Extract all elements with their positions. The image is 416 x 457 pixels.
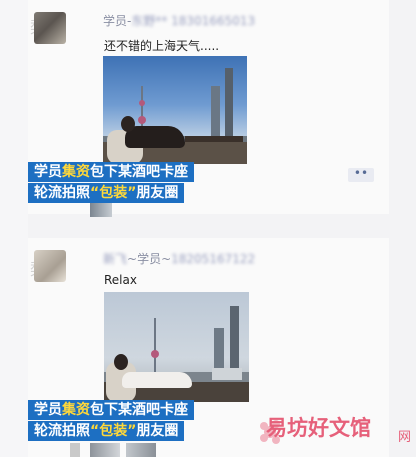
caption-text: 轮流拍照: [34, 185, 90, 201]
thumbnail[interactable]: [90, 443, 120, 457]
skyscraper: [230, 306, 239, 374]
caption-text: 朋友圈: [136, 423, 179, 439]
post-photo[interactable]: [103, 56, 247, 164]
post-text: Relax: [104, 273, 137, 287]
caption-line-1: 学员集资包下某酒吧卡座: [28, 400, 194, 420]
like-thumbnails: [66, 203, 126, 217]
poster-name[interactable]: 学员-东野** 18301665013: [103, 12, 255, 29]
caption-line-2: 轮流拍照“包装”朋友圈: [28, 421, 185, 441]
avatar[interactable]: [34, 250, 66, 282]
caption-text: 包下某酒吧卡座: [90, 402, 188, 418]
post-text: 还不错的上海天气.....: [104, 39, 220, 53]
thumbnail[interactable]: [70, 443, 80, 457]
caption-line-2: 轮流拍照“包装”朋友圈: [28, 183, 185, 203]
skyscraper: [211, 86, 220, 138]
name-blurred: 18205167122: [171, 252, 256, 266]
caption-text: 包下某酒吧卡座: [90, 164, 188, 180]
thumbnail[interactable]: [90, 203, 112, 217]
like-thumbnails: [66, 443, 186, 457]
caption-text: 朋友圈: [136, 185, 179, 201]
caption-highlight: 集资: [62, 402, 90, 418]
caption-highlight: “包装”: [90, 423, 137, 439]
tv-tower-ball: [151, 350, 159, 358]
post-photo[interactable]: [104, 292, 249, 402]
glasses-on-table: [212, 368, 242, 380]
name-blurred: 东野** 18301665013: [131, 14, 256, 28]
table: [185, 136, 243, 142]
person: [122, 372, 192, 388]
name-middle: ~学员~: [127, 252, 172, 266]
caption-line-1: 学员集资包下某酒吧卡座: [28, 162, 194, 182]
caption-highlight: 集资: [62, 164, 90, 180]
person-head: [114, 354, 128, 370]
person-head: [121, 116, 135, 132]
left-margin: [0, 0, 28, 457]
poster-name[interactable]: 新飞~学员~18205167122: [103, 250, 255, 267]
skyscraper: [225, 68, 233, 138]
site-logo-text: 易坊好文馆: [266, 416, 371, 440]
caption-text: 轮流拍照: [34, 423, 90, 439]
more-options-button[interactable]: ••: [348, 167, 374, 182]
site-logo-suffix: 网: [398, 430, 412, 445]
caption-text: 学员: [34, 164, 62, 180]
name-blurred: 新飞: [103, 252, 128, 266]
name-prefix: 学员-: [103, 14, 132, 28]
avatar[interactable]: [34, 12, 66, 44]
caption-highlight: “包装”: [90, 185, 137, 201]
thumbnail[interactable]: [126, 443, 156, 457]
tv-tower-spire: [154, 318, 156, 374]
tv-tower-ball-upper: [139, 100, 145, 106]
tv-tower-ball: [138, 116, 146, 124]
person: [125, 126, 185, 148]
caption-text: 学员: [34, 402, 62, 418]
